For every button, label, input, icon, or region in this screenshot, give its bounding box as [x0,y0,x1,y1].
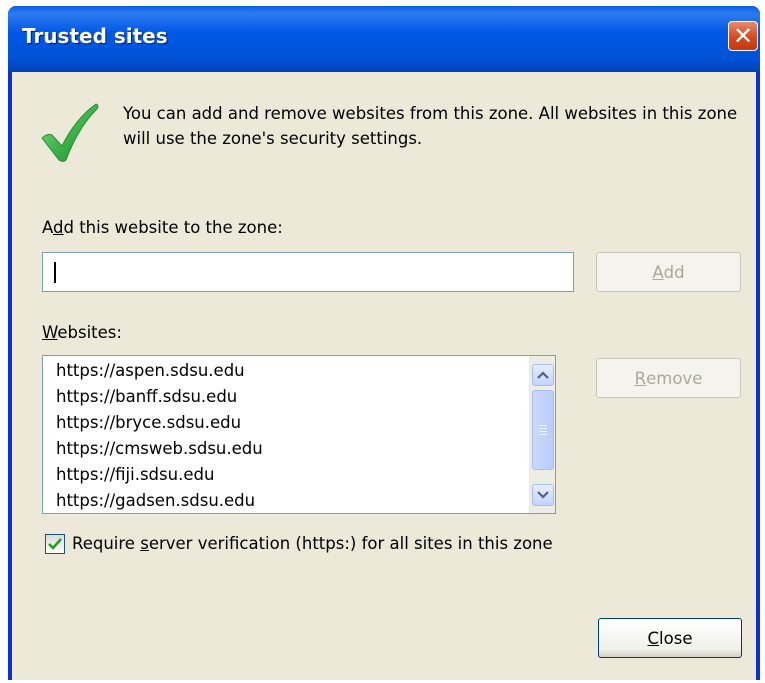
list-item[interactable]: https://aspen.sdsu.edu [56,360,245,382]
grip-icon [539,425,547,435]
list-item[interactable]: https://gadsen.sdsu.edu [56,490,255,512]
list-item[interactable]: https://bryce.sdsu.edu [56,412,241,434]
add-website-label: Add this website to the zone: [42,218,283,237]
scroll-down-button[interactable] [532,484,554,506]
chevron-up-icon [537,371,549,379]
green-checkmark-icon [41,103,99,162]
websites-list[interactable]: https://aspen.sdsu.edu https://banff.sds… [42,355,556,514]
list-item[interactable]: https://fiji.sdsu.edu [56,464,214,486]
require-https-label[interactable]: Require server verification (https:) for… [72,534,553,553]
close-icon: ✕ [732,22,754,50]
require-https-checkbox[interactable] [45,534,65,554]
dialog-body: You can add and remove websites from thi… [12,72,756,680]
title-bar[interactable]: Trusted sites ✕ [8,6,760,72]
list-item[interactable]: https://cmsweb.sdsu.edu [56,438,263,460]
text-caret [54,262,56,283]
scroll-up-button[interactable] [532,364,554,386]
websites-scrollbar[interactable] [529,356,555,513]
add-website-field[interactable] [43,253,573,291]
websites-label: Websites: [42,323,122,342]
scroll-thumb[interactable] [532,390,554,470]
remove-button[interactable]: Remove [596,358,741,398]
add-website-input[interactable] [42,252,574,292]
info-text: You can add and remove websites from thi… [123,104,738,148]
list-item[interactable]: https://banff.sdsu.edu [56,386,237,408]
chevron-down-icon [537,491,549,499]
add-button[interactable]: Add [596,252,741,292]
checkmark-icon [48,538,62,550]
close-window-button[interactable]: ✕ [728,21,758,51]
trusted-sites-dialog: Trusted sites ✕ You can add and remove w… [8,6,760,680]
window-title: Trusted sites [22,24,168,48]
close-button[interactable]: Close [598,618,742,658]
